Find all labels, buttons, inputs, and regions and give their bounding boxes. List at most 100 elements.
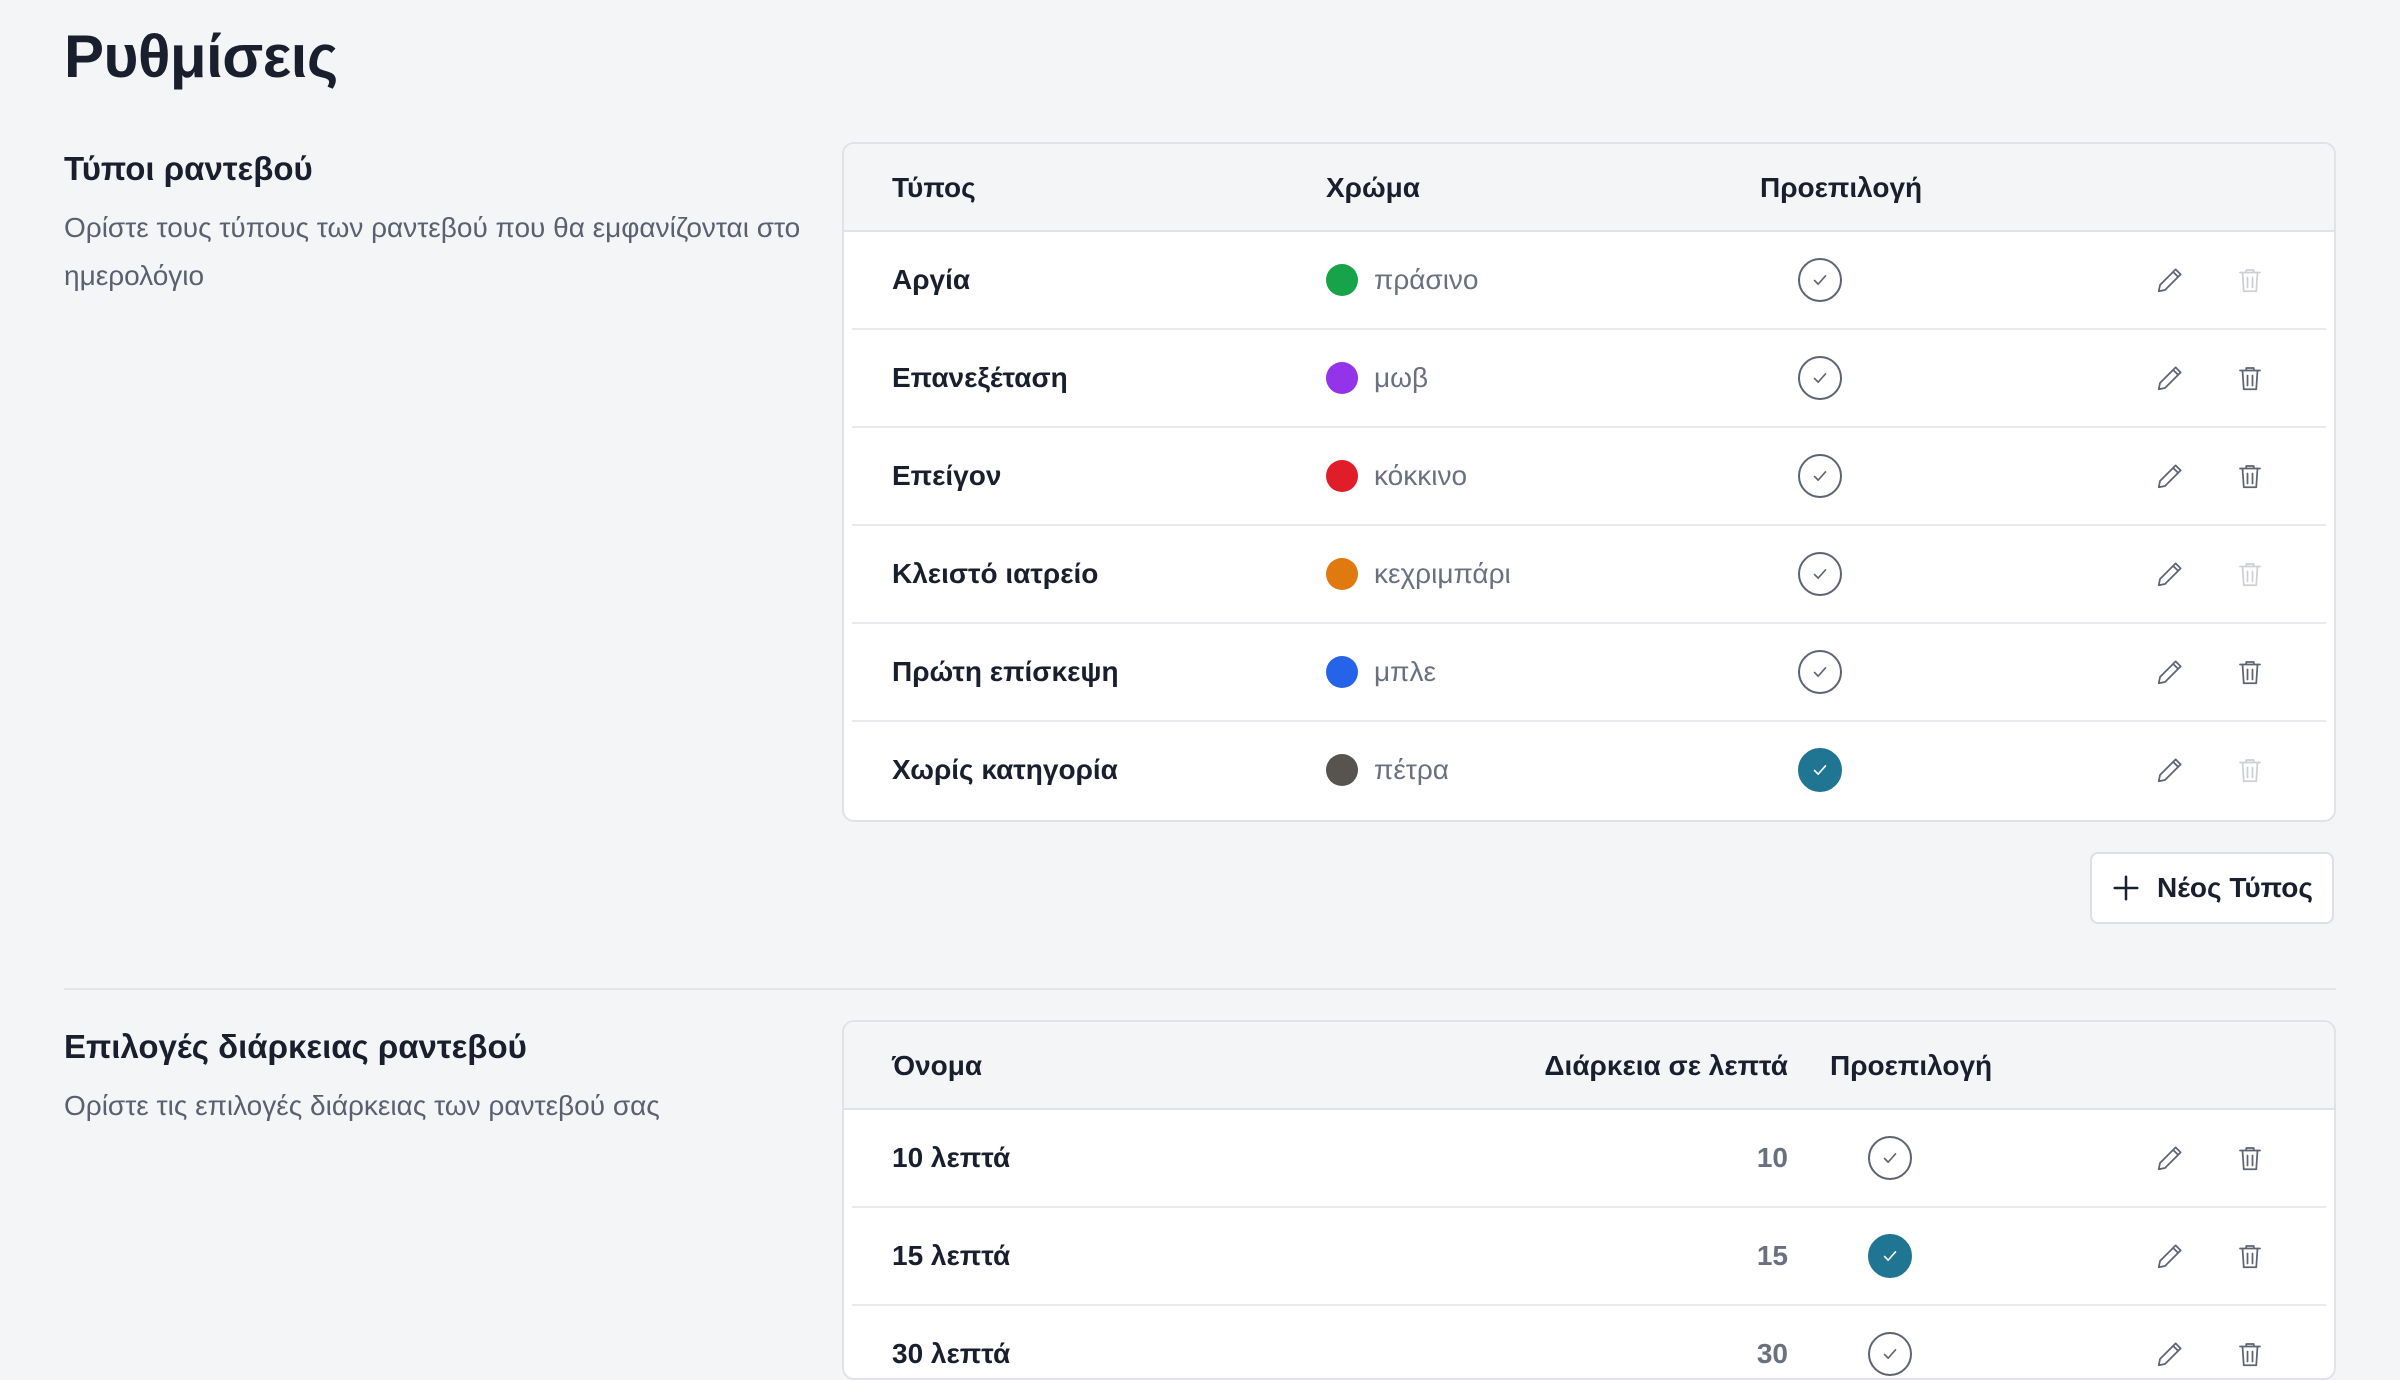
trash-icon	[2235, 755, 2265, 785]
duration-name: 10 λεπτά	[892, 1142, 1011, 1173]
color-dot	[1326, 362, 1358, 394]
trash-icon	[2235, 657, 2265, 687]
edit-button[interactable]	[2152, 1238, 2188, 1274]
default-toggle[interactable]	[1798, 356, 1842, 400]
delete-button[interactable]	[2232, 360, 2268, 396]
pencil-icon	[2155, 1143, 2185, 1173]
trash-icon	[2235, 559, 2265, 589]
header-minutes: Διάρκεια σε λεπτά	[1544, 1050, 1788, 1081]
type-name: Πρώτη επίσκεψη	[892, 656, 1119, 687]
check-icon	[1883, 1251, 1897, 1261]
page-title: Ρυθμίσεις	[64, 23, 338, 90]
delete-button[interactable]	[2232, 1140, 2268, 1176]
color-dot	[1326, 558, 1358, 590]
pencil-icon	[2155, 1241, 2185, 1271]
default-toggle[interactable]	[1798, 650, 1842, 694]
delete-button[interactable]	[2232, 752, 2268, 788]
edit-button[interactable]	[2152, 262, 2188, 298]
durations-info: Επιλογές διάρκειας ραντεβού Ορίστε τις ε…	[64, 1028, 804, 1130]
table-row: 15 λεπτά 15	[852, 1208, 2326, 1306]
color-dot	[1326, 656, 1358, 688]
pencil-icon	[2155, 265, 2185, 295]
default-toggle[interactable]	[1868, 1136, 1912, 1180]
color-dot	[1326, 264, 1358, 296]
check-icon	[1813, 275, 1827, 285]
table-header: Όνομα Διάρκεια σε λεπτά Προεπιλογή	[844, 1022, 2334, 1110]
table-row: Επανεξέταση μωβ	[852, 330, 2326, 428]
check-icon	[1813, 471, 1827, 481]
table-header: Τύπος Χρώμα Προεπιλογή	[844, 144, 2334, 232]
duration-minutes: 15	[1756, 1240, 1788, 1271]
trash-icon	[2235, 363, 2265, 393]
delete-button[interactable]	[2232, 1238, 2268, 1274]
color-name: πέτρα	[1374, 754, 1449, 785]
type-color: κόκκινο	[1326, 428, 1467, 524]
default-toggle[interactable]	[1868, 1332, 1912, 1376]
edit-button[interactable]	[2152, 556, 2188, 592]
durations-title: Επιλογές διάρκειας ραντεβού	[64, 1028, 527, 1065]
delete-button[interactable]	[2232, 556, 2268, 592]
pencil-icon	[2155, 559, 2185, 589]
type-color: πέτρα	[1326, 722, 1449, 818]
appointment-types-body: Αργία πράσινο Επανεξέταση μωβ Επείγον κό…	[844, 232, 2334, 820]
durations-description: Ορίστε τις επιλογές διάρκειας των ραντεβ…	[64, 1090, 660, 1121]
duration-name: 30 λεπτά	[892, 1338, 1011, 1369]
edit-button[interactable]	[2152, 458, 2188, 494]
table-row: 10 λεπτά 10	[852, 1110, 2326, 1208]
table-row: Χωρίς κατηγορία πέτρα	[852, 722, 2326, 820]
color-name: μπλε	[1374, 656, 1436, 687]
delete-button[interactable]	[2232, 1336, 2268, 1372]
default-toggle[interactable]	[1798, 454, 1842, 498]
edit-button[interactable]	[2152, 360, 2188, 396]
type-color: κεχριμπάρι	[1326, 526, 1511, 622]
type-name: Κλειστό ιατρείο	[892, 558, 1099, 589]
edit-button[interactable]	[2152, 654, 2188, 690]
header-color: Χρώμα	[1326, 172, 1420, 203]
appointment-types-info: Τύποι ραντεβού Ορίστε τους τύπους των ρα…	[64, 150, 804, 300]
header-type: Τύπος	[892, 172, 976, 203]
type-name: Επανεξέταση	[892, 362, 1068, 393]
edit-button[interactable]	[2152, 1336, 2188, 1372]
appointment-types-title: Τύποι ραντεβού	[64, 150, 313, 187]
edit-button[interactable]	[2152, 752, 2188, 788]
check-icon	[1883, 1349, 1897, 1359]
new-type-button[interactable]: Νέος Τύπος	[2090, 852, 2334, 924]
trash-icon	[2235, 1241, 2265, 1271]
delete-button[interactable]	[2232, 458, 2268, 494]
pencil-icon	[2155, 1339, 2185, 1369]
trash-icon	[2235, 265, 2265, 295]
default-toggle[interactable]	[1798, 748, 1842, 792]
section-divider	[64, 988, 2336, 990]
duration-name: 15 λεπτά	[892, 1240, 1011, 1271]
color-dot	[1326, 754, 1358, 786]
durations-body: 10 λεπτά 10 15 λεπτά 15 30 λεπτά 30	[844, 1110, 2334, 1378]
trash-icon	[2235, 461, 2265, 491]
color-name: κόκκινο	[1374, 460, 1468, 491]
check-icon	[1883, 1153, 1897, 1163]
default-toggle[interactable]	[1798, 258, 1842, 302]
color-name: κεχριμπάρι	[1374, 558, 1511, 589]
pencil-icon	[2155, 657, 2185, 687]
type-color: μπλε	[1326, 624, 1436, 720]
pencil-icon	[2155, 461, 2185, 491]
delete-button[interactable]	[2232, 262, 2268, 298]
duration-minutes: 30	[1756, 1338, 1788, 1369]
table-row: 30 λεπτά 30	[852, 1306, 2326, 1378]
default-toggle[interactable]	[1798, 552, 1842, 596]
type-color: μωβ	[1326, 330, 1428, 426]
type-name: Αργία	[892, 264, 971, 295]
check-icon	[1813, 667, 1827, 677]
appointment-types-description: Ορίστε τους τύπους των ραντεβού που θα ε…	[64, 212, 801, 291]
default-toggle[interactable]	[1868, 1234, 1912, 1278]
color-dot	[1326, 460, 1358, 492]
table-row: Επείγον κόκκινο	[852, 428, 2326, 526]
check-icon	[1813, 569, 1827, 579]
color-name: πράσινο	[1374, 264, 1479, 295]
type-name: Επείγον	[892, 460, 1002, 491]
plus-icon	[2113, 875, 2139, 901]
check-icon	[1813, 373, 1827, 383]
edit-button[interactable]	[2152, 1140, 2188, 1176]
table-row: Αργία πράσινο	[852, 232, 2326, 330]
delete-button[interactable]	[2232, 654, 2268, 690]
trash-icon	[2235, 1339, 2265, 1369]
